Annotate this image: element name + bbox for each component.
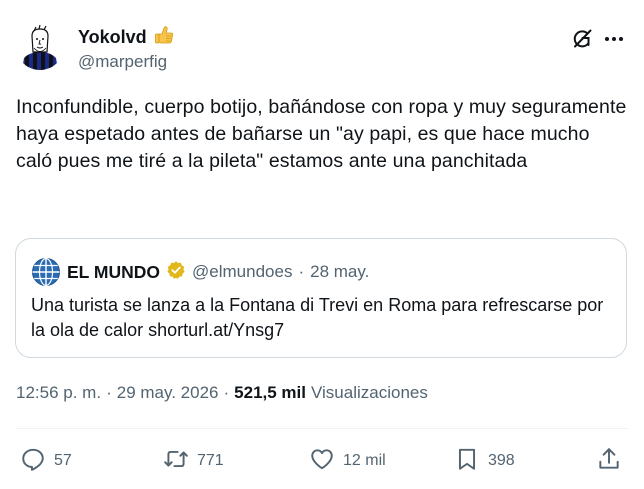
divider: [16, 428, 628, 429]
share-icon: [596, 446, 622, 477]
quoted-date[interactable]: 28 may.: [310, 262, 369, 282]
author-info: Yokolvd @marperfig: [78, 24, 175, 72]
repost-icon: [163, 446, 189, 477]
reply-icon: [20, 446, 46, 477]
repost-count: 771: [197, 452, 224, 469]
author-handle[interactable]: @marperfig: [78, 52, 175, 72]
tweet-text: Inconfundible, cuerpo botijo, bañándose …: [16, 96, 627, 172]
tweet-date[interactable]: 29 may. 2026: [117, 383, 219, 403]
quoted-tweet-header: EL MUNDO @elmundoes · 28 may.: [31, 257, 369, 287]
bookmark-count: 398: [488, 452, 515, 469]
quoted-author-handle[interactable]: @elmundoes: [192, 262, 292, 282]
views-label: Visualizaciones: [311, 383, 428, 402]
quoted-tweet[interactable]: EL MUNDO @elmundoes · 28 may. Una turist…: [15, 238, 627, 358]
action-bar: 57 771 12 mil 398: [0, 443, 644, 479]
like-button[interactable]: 12 mil: [309, 443, 386, 479]
tweet: Yokolvd @marperfig Inconfundible, cuerpo…: [0, 0, 644, 489]
meta-separator: ·: [223, 383, 230, 402]
quoted-separator: ·: [298, 262, 305, 281]
share-button[interactable]: [596, 443, 622, 479]
author-display-name[interactable]: Yokolvd: [78, 27, 147, 48]
quoted-tweet-text: Una turista se lanza a la Fontana di Tre…: [31, 295, 604, 340]
thumbs-up-icon: [153, 24, 175, 51]
quoted-author-name[interactable]: EL MUNDO: [67, 262, 160, 283]
tweet-time[interactable]: 12:56 p. m.: [16, 383, 101, 403]
tweet-meta: 12:56 p. m. · 29 may. 2026 · 521,5 mil V…: [16, 383, 428, 403]
verified-badge-icon: [166, 260, 186, 285]
grok-icon[interactable]: [569, 26, 595, 52]
display-name-row: Yokolvd: [78, 24, 175, 51]
reply-count: 57: [54, 452, 72, 469]
author-avatar[interactable]: [16, 22, 64, 70]
like-count: 12 mil: [343, 452, 386, 469]
views-count: 521,5 mil: [234, 383, 306, 402]
more-icon[interactable]: [602, 28, 626, 50]
heart-icon: [309, 446, 335, 477]
repost-button[interactable]: 771: [163, 443, 224, 479]
quoted-author-avatar[interactable]: [31, 257, 61, 287]
bookmark-icon: [454, 446, 480, 477]
meta-separator: ·: [106, 383, 112, 402]
reply-button[interactable]: 57: [20, 443, 72, 479]
bookmark-button[interactable]: 398: [454, 443, 515, 479]
